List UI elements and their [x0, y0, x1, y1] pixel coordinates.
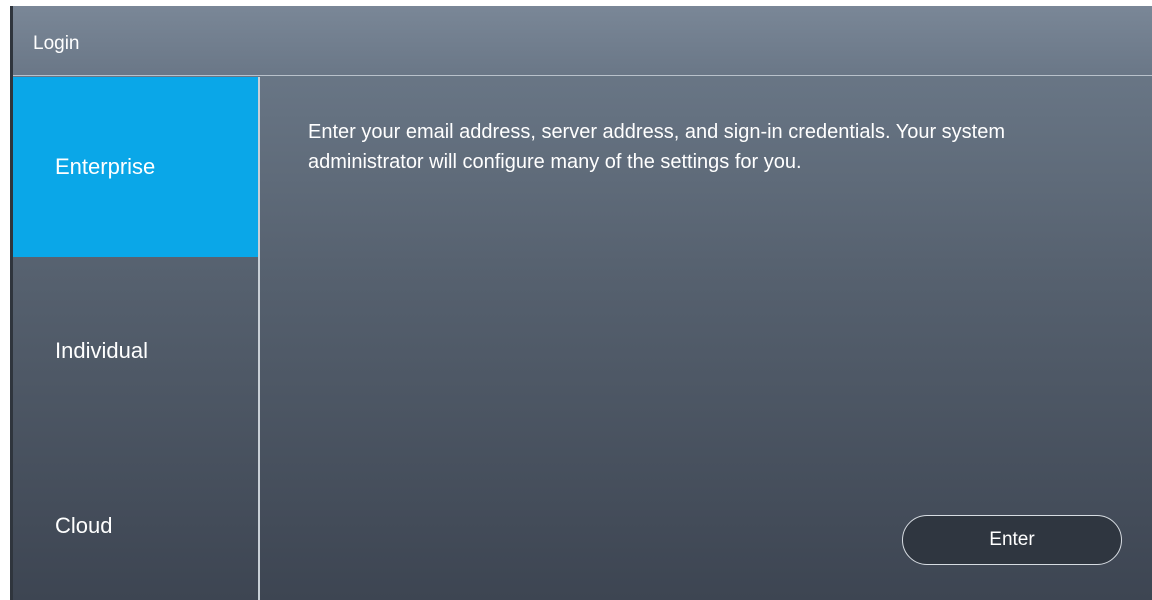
- window-title: Login: [33, 33, 80, 54]
- title-bar: Login: [13, 6, 1152, 76]
- sidebar-item-individual[interactable]: Individual: [13, 257, 258, 437]
- sidebar-item-label: Individual: [55, 338, 148, 363]
- login-content-panel: Enter your email address, server address…: [260, 77, 1152, 600]
- sidebar-item-label: Enterprise: [55, 154, 156, 179]
- sidebar-item-enterprise[interactable]: Enterprise: [13, 77, 258, 257]
- sidebar-item-cloud[interactable]: Cloud: [13, 437, 258, 600]
- login-window: Login Enterprise Individual Cloud Enter …: [10, 6, 1152, 600]
- login-description: Enter your email address, server address…: [308, 121, 1006, 173]
- login-type-sidebar: Enterprise Individual Cloud: [13, 77, 260, 600]
- sidebar-item-label: Cloud: [55, 513, 113, 538]
- enter-button[interactable]: Enter: [902, 515, 1122, 565]
